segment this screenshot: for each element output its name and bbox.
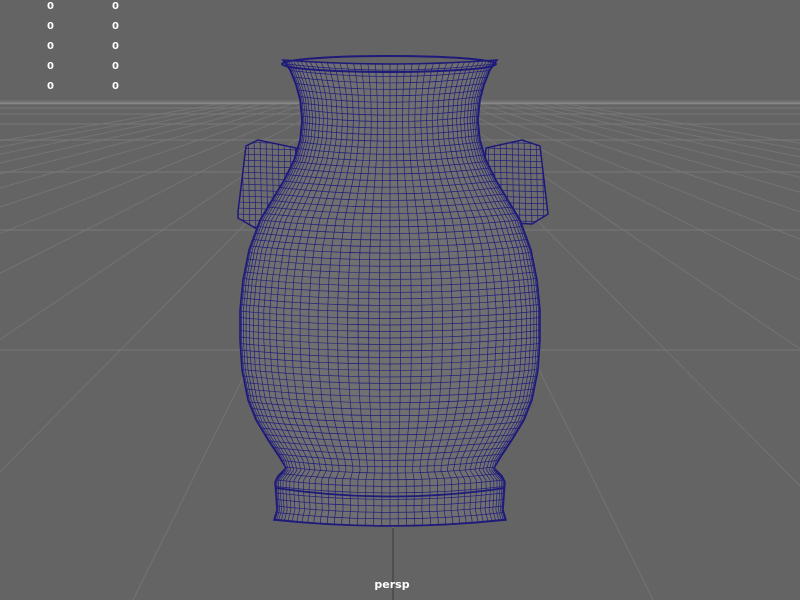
hud-display: 0 0 0 0 0 0 0 0 0 0 xyxy=(0,0,140,100)
hud-value: 0 xyxy=(112,61,119,72)
hud-row: 0 0 xyxy=(0,20,140,34)
hud-value: 0 xyxy=(47,61,54,72)
hud-value: 0 xyxy=(47,41,54,52)
hud-row: 0 0 xyxy=(0,60,140,74)
hud-row: 0 0 xyxy=(0,40,140,54)
hud-value: 0 xyxy=(112,21,119,32)
hud-value: 0 xyxy=(47,81,54,92)
vase-mesh-icon[interactable] xyxy=(239,55,541,532)
camera-name-label: persp xyxy=(374,578,410,591)
hud-value: 0 xyxy=(112,41,119,52)
hud-value: 0 xyxy=(112,1,119,12)
hud-value: 0 xyxy=(112,81,119,92)
hud-row: 0 0 xyxy=(0,80,140,94)
hud-value: 0 xyxy=(47,1,54,12)
hud-value: 0 xyxy=(47,21,54,32)
perspective-viewport[interactable]: 0 0 0 0 0 0 0 0 0 0 persp xyxy=(0,0,800,600)
hud-row: 0 0 xyxy=(0,0,140,14)
